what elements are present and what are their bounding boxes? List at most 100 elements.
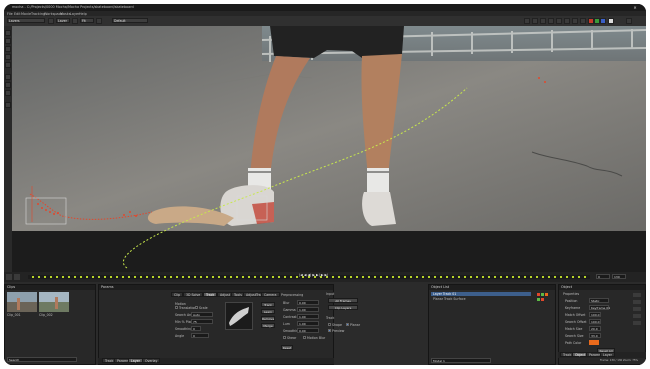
key-icon[interactable] bbox=[14, 274, 20, 280]
menu-movie[interactable]: Movie bbox=[21, 12, 31, 16]
settings-icon[interactable] bbox=[626, 18, 632, 24]
add-point-icon[interactable] bbox=[5, 74, 11, 80]
position-field[interactable]: Static bbox=[589, 298, 609, 303]
pp-lum-field[interactable]: 1.00 bbox=[297, 321, 319, 326]
zoom-dropdown[interactable]: Fit bbox=[80, 18, 94, 23]
merge-button[interactable]: Merge bbox=[261, 323, 275, 328]
rect-tool-icon[interactable] bbox=[5, 82, 11, 88]
bottom-tab-layer[interactable]: Layer bbox=[128, 358, 143, 363]
keyframe-field[interactable]: Keyframe 01 bbox=[589, 305, 610, 310]
viewer-canvas[interactable] bbox=[12, 26, 646, 272]
mask-icon[interactable] bbox=[580, 18, 586, 24]
translation-checkbox[interactable] bbox=[175, 306, 178, 309]
search-offset-field[interactable]: 100.0 bbox=[589, 319, 601, 324]
menu-masks[interactable]: Masks bbox=[60, 12, 71, 16]
zoom-tool-icon[interactable] bbox=[5, 46, 11, 52]
layer-row-1[interactable]: Layer Track 01 bbox=[431, 292, 531, 296]
frame-controls[interactable]: |◀ ◀ ◀| ▶ ▶| ▶ ▶| bbox=[299, 273, 328, 277]
side-tool-2-icon[interactable] bbox=[633, 300, 641, 304]
keyframe-mark bbox=[104, 276, 106, 278]
alpha-channel-icon[interactable] bbox=[608, 18, 614, 24]
search-size-field[interactable]: 33.0 bbox=[589, 333, 601, 338]
min-pixels-field[interactable]: 75 bbox=[191, 319, 213, 324]
circle-tool-icon[interactable] bbox=[5, 90, 11, 96]
clips-search-input[interactable]: Search bbox=[7, 357, 77, 362]
color-space-dropdown[interactable]: Default bbox=[112, 18, 148, 23]
clip-layers-button[interactable]: Clip Layers bbox=[328, 305, 358, 310]
keyframe-mark bbox=[290, 276, 292, 278]
motion-blur-checkbox[interactable] bbox=[303, 336, 306, 339]
bezier-tool-icon[interactable] bbox=[5, 62, 11, 68]
keyframe-mark bbox=[452, 276, 454, 278]
layer-color-red[interactable] bbox=[537, 293, 540, 296]
planar-checkbox[interactable] bbox=[346, 323, 349, 326]
pp-contrast-field[interactable]: 1.00 bbox=[297, 314, 319, 319]
model-selector[interactable]: Model 1 bbox=[431, 358, 491, 363]
track-button[interactable]: Track bbox=[261, 302, 275, 307]
smoothing-field[interactable]: 0 bbox=[191, 326, 201, 331]
blue-channel-icon[interactable] bbox=[600, 18, 606, 24]
grid-icon[interactable] bbox=[96, 18, 102, 24]
match-offset-field[interactable]: 100.0 bbox=[589, 312, 601, 317]
overlay-icon[interactable] bbox=[540, 18, 546, 24]
obj-tab-layer[interactable]: Layer bbox=[600, 352, 615, 357]
select-tool-icon[interactable] bbox=[48, 18, 54, 24]
layer-mode-dropdown[interactable]: Layers bbox=[7, 18, 45, 23]
brush-icon[interactable] bbox=[72, 18, 78, 24]
tab-3d-solve[interactable]: 3D Solve bbox=[183, 292, 204, 297]
reset-button[interactable]: Reset bbox=[281, 345, 293, 350]
pick-tool-icon[interactable] bbox=[5, 30, 11, 36]
layer2-color-icon[interactable] bbox=[541, 298, 544, 301]
pp-blur-field[interactable]: 0.00 bbox=[297, 300, 319, 305]
grid-overlay-icon[interactable] bbox=[564, 18, 570, 24]
menu-help[interactable]: Help bbox=[79, 12, 87, 16]
layer-visible-icon[interactable] bbox=[541, 293, 544, 296]
search-area-field[interactable]: Auto bbox=[191, 312, 213, 317]
start-frame-field[interactable]: 0 bbox=[596, 274, 610, 279]
menu-file[interactable]: File bbox=[7, 12, 13, 16]
tab-clip[interactable]: Clip bbox=[171, 292, 184, 297]
left-tool-strip bbox=[4, 26, 12, 272]
bottom-tab-overlay[interactable]: Overlay bbox=[142, 358, 161, 363]
preview-checkbox[interactable] bbox=[328, 329, 331, 332]
tab-track[interactable]: Track bbox=[203, 292, 218, 297]
xspline-tool-icon[interactable] bbox=[5, 54, 11, 60]
pp-smoothing-field[interactable]: 0.00 bbox=[297, 328, 319, 333]
clip-thumbnail-1[interactable] bbox=[7, 292, 37, 312]
layer2-visible-icon[interactable] bbox=[537, 298, 540, 301]
pp-gamma-field[interactable]: 1.00 bbox=[297, 307, 319, 312]
view-icon[interactable] bbox=[524, 18, 530, 24]
pan-tool-icon[interactable] bbox=[5, 38, 11, 44]
scale-checkbox[interactable] bbox=[195, 306, 198, 309]
all-frames-button[interactable]: All Frames bbox=[328, 298, 358, 303]
menu-edit[interactable]: Edit bbox=[14, 12, 21, 16]
motion-blur-label: Motion Blur bbox=[307, 336, 326, 340]
shape-checkbox[interactable] bbox=[328, 323, 331, 326]
surface-icon[interactable] bbox=[556, 18, 562, 24]
tab-camera[interactable]: Camera bbox=[261, 292, 280, 297]
end-frame-field[interactable]: 130 bbox=[612, 274, 626, 279]
side-tool-4-icon[interactable] bbox=[633, 314, 641, 318]
keyframe-mark bbox=[464, 276, 466, 278]
view-mode-dropdown[interactable]: Layer bbox=[56, 18, 70, 23]
path-color-swatch[interactable] bbox=[589, 340, 599, 345]
layer-lock-icon[interactable] bbox=[545, 293, 548, 296]
remove-button[interactable]: Remove bbox=[261, 316, 275, 321]
side-tool-3-icon[interactable] bbox=[633, 307, 641, 311]
clip-thumbnail-2[interactable] bbox=[39, 292, 69, 312]
angle-field[interactable]: 0 bbox=[191, 333, 209, 338]
surface-tool-icon[interactable] bbox=[5, 102, 11, 108]
learn-button[interactable]: Learn bbox=[261, 309, 275, 314]
mesh-icon[interactable] bbox=[548, 18, 554, 24]
playhead-start-icon[interactable] bbox=[6, 274, 12, 280]
crosshair-icon[interactable] bbox=[532, 18, 538, 24]
menu-tracking[interactable]: Tracking bbox=[31, 12, 45, 16]
shear-checkbox[interactable] bbox=[283, 336, 286, 339]
keyframe-mark bbox=[92, 276, 94, 278]
stabilize-icon[interactable] bbox=[572, 18, 578, 24]
side-tool-1-icon[interactable] bbox=[633, 293, 641, 297]
layer-row-2[interactable]: Planar Track Surface bbox=[431, 297, 531, 301]
close-icon[interactable]: ✕ bbox=[632, 5, 638, 10]
match-size-field[interactable]: 20.0 bbox=[589, 326, 601, 331]
side-tool-5-icon[interactable] bbox=[633, 321, 641, 325]
